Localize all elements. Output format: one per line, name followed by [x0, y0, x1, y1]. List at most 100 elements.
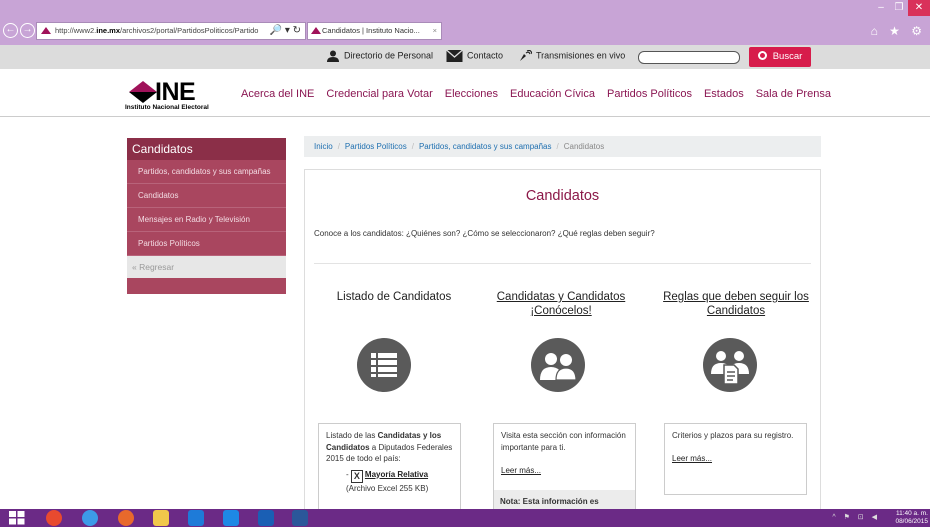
address-host: ine.mx	[96, 26, 121, 35]
skype-icon[interactable]	[188, 510, 204, 526]
nav-sala-prensa[interactable]: Sala de Prensa	[756, 88, 831, 100]
browser-tab[interactable]: Candidatos | Instituto Nacio... ×	[307, 22, 442, 40]
breadcrumb: Inicio / Partidos Políticos / Partidos, cand…	[304, 136, 821, 157]
sidebar-title: Candidatos	[127, 138, 286, 160]
excel-file-icon: X	[350, 469, 363, 483]
conocelos-heading-line1: Candidatas y Candidatos	[496, 291, 626, 303]
back-link[interactable]: « Regresar	[127, 256, 286, 278]
breadcrumb-separator: /	[411, 142, 414, 151]
reglas-box: Criterios y plazos para su registro. Lee…	[664, 423, 807, 495]
back-arrow-icon: ←	[5, 24, 16, 35]
nav-partidos[interactable]: Partidos Políticos	[607, 88, 692, 100]
sidebar-item-partidos-candidatos[interactable]: Partidos, candidatos y sus campañas	[127, 160, 286, 184]
chrome-icon[interactable]	[46, 510, 62, 526]
two-people-icon	[540, 353, 577, 381]
main-nav: Acerca del INE Credencial para Votar Ele…	[241, 88, 831, 100]
ine-logo[interactable]: INE Instituto Nacional Electoral	[125, 76, 225, 116]
address-host-prefix: http://www2.	[55, 26, 97, 35]
tab-close-icon[interactable]: ×	[433, 23, 437, 39]
clock[interactable]: 11:40 a. m. 08/06/2015	[895, 510, 928, 526]
page-title: Candidatos	[525, 188, 600, 204]
breadcrumb-campanas[interactable]: Partidos, candidatos y sus campañas	[419, 142, 552, 151]
breadcrumb-partidos[interactable]: Partidos Políticos	[345, 142, 407, 151]
nav-estados[interactable]: Estados	[704, 88, 744, 100]
logo-text: INE	[155, 78, 196, 106]
people-circle-icon[interactable]	[531, 338, 585, 392]
tab-favicon-icon	[311, 27, 321, 34]
ine-favicon-icon	[41, 27, 51, 34]
breadcrumb-separator: /	[556, 142, 559, 151]
address-path: /archivos2/portal/PartidosPoliticos/Part…	[120, 26, 259, 35]
envelope-icon	[446, 50, 463, 62]
conocelos-heading[interactable]: Candidatas y Candidatos ¡Conócelos!	[481, 290, 641, 318]
address-tools-icon[interactable]: 🔎 ▾ ↻	[270, 23, 301, 39]
nav-elecciones[interactable]: Elecciones	[445, 88, 498, 100]
logo-subtitle: Instituto Nacional Electoral	[125, 104, 209, 111]
listado-text-a: Listado de las	[326, 431, 378, 440]
sidebar-item-partidos-politicos[interactable]: Partidos Políticos	[127, 232, 286, 256]
forward-button[interactable]: →	[20, 23, 35, 38]
transmisiones-link[interactable]: Transmisiones en vivo	[518, 50, 625, 62]
system-tray-icons[interactable]: ^ ⚑ ⊡ ◀	[832, 513, 880, 521]
site-header: INE Instituto Nacional Electoral Acerca …	[0, 69, 930, 117]
maximize-icon[interactable]: ❐	[890, 0, 908, 16]
windows-start-icon[interactable]	[8, 510, 26, 526]
list-dash: -	[346, 469, 349, 479]
back-button[interactable]: ←	[3, 23, 18, 38]
minimize-icon[interactable]: –	[872, 0, 890, 16]
file-explorer-icon[interactable]	[153, 510, 169, 526]
forward-arrow-icon: →	[22, 24, 33, 35]
conocelos-heading-line2: ¡Conócelos!	[530, 305, 592, 317]
clock-date: 08/06/2015	[895, 518, 928, 525]
outlook-icon[interactable]	[258, 510, 274, 526]
sidebar-item-candidatos[interactable]: Candidatos	[127, 184, 286, 208]
skype-business-icon[interactable]	[223, 510, 239, 526]
person-icon	[327, 50, 339, 62]
reglas-heading[interactable]: Reglas que deben seguir los Candidatos	[650, 290, 822, 318]
word-icon[interactable]	[292, 510, 308, 526]
directorio-link[interactable]: Directorio de Personal	[326, 50, 433, 62]
file-size-label: (Archivo Excel 255 KB)	[346, 483, 429, 493]
conocelos-leer-mas-link[interactable]: Leer más...	[501, 466, 541, 475]
reglas-heading-line1: Reglas que deben seguir los	[663, 291, 809, 303]
internet-explorer-icon[interactable]	[82, 510, 98, 526]
listado-heading[interactable]: Listado de Candidatos	[319, 290, 469, 304]
sidebar-item-mensajes[interactable]: Mensajes en Radio y Televisión	[127, 208, 286, 232]
search-button-label: Buscar	[772, 51, 803, 62]
conocelos-text: Visita esta sección con información impo…	[501, 431, 626, 452]
clock-time: 11:40 a. m.	[895, 510, 928, 517]
listado-box: Listado de las Candidatas y los Candidat…	[318, 423, 461, 513]
transmisiones-label: Transmisiones en vivo	[536, 50, 626, 61]
note-text: Esta información es	[520, 497, 599, 506]
search-icon	[757, 51, 767, 60]
divider	[314, 263, 811, 264]
taskbar: ^ ⚑ ⊡ ◀ 11:40 a. m. 08/06/2015	[0, 509, 930, 527]
sidebar: Candidatos Partidos, candidatos y sus ca…	[127, 138, 286, 294]
intro-text: Conoce a los candidatos: ¿Quiénes son? ¿…	[314, 229, 655, 238]
reglas-text: Criterios y plazos para su registro.	[672, 431, 794, 440]
rules-circle-icon[interactable]	[703, 338, 757, 392]
tab-title: Candidatos | Instituto Nacio...	[322, 26, 420, 35]
reglas-heading-line2: Candidatos	[706, 305, 766, 317]
directorio-label: Directorio de Personal	[344, 50, 434, 61]
nav-educacion[interactable]: Educación Cívica	[510, 88, 595, 100]
address-bar[interactable]: http://www2.ine.mx/archivos2/portal/Part…	[36, 22, 306, 40]
firefox-icon[interactable]	[118, 510, 134, 526]
close-icon[interactable]: ✕	[908, 0, 930, 16]
home-favorites-settings-icon[interactable]: ⌂ ★ ⚙	[871, 24, 926, 38]
contacto-link[interactable]: Contacto	[446, 50, 503, 62]
mayoria-relativa-link[interactable]: Mayoría Relativa	[365, 470, 428, 479]
excel-download[interactable]: - X Mayoría Relativa (Archivo Excel 255 K…	[326, 469, 453, 495]
search-button[interactable]: Buscar	[749, 47, 811, 67]
main-content: Candidatos Conoce a los candidatos: ¿Qui…	[304, 169, 822, 520]
search-input[interactable]	[638, 51, 740, 64]
conocelos-box: Visita esta sección con información impo…	[493, 423, 636, 520]
browser-chrome: ← → http://www2.ine.mx/archivos2/portal/…	[0, 0, 930, 45]
ine-logo-mark-icon	[129, 81, 157, 103]
nav-acerca[interactable]: Acerca del INE	[241, 88, 314, 100]
nav-credencial[interactable]: Credencial para Votar	[326, 88, 432, 100]
breadcrumb-inicio[interactable]: Inicio	[314, 142, 333, 151]
reglas-leer-mas-link[interactable]: Leer más...	[672, 454, 712, 463]
note-label: Nota:	[500, 497, 521, 506]
list-circle-icon[interactable]	[357, 338, 411, 392]
